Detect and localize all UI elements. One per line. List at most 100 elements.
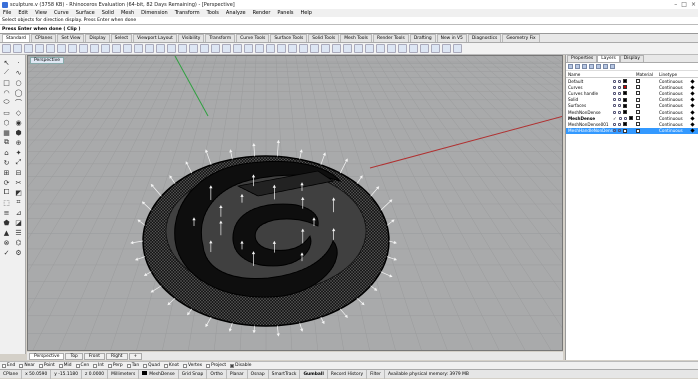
osnap-near[interactable]: Near [19, 363, 35, 368]
layer-color-swatch[interactable] [628, 116, 633, 121]
visibility-bulb-icon[interactable] [613, 129, 616, 133]
tab-cplanes[interactable]: CPlanes [30, 34, 57, 42]
material-swatch[interactable] [636, 110, 640, 115]
shade-icon[interactable] [156, 44, 165, 53]
visibility-bulb-icon[interactable] [613, 110, 616, 114]
rotate-icon[interactable]: ↻ [1, 158, 12, 167]
osnap-quad[interactable]: Quad [143, 363, 160, 368]
menu-edit[interactable]: Edit [18, 10, 28, 16]
join-icon[interactable]: ⊞ [1, 168, 12, 177]
visibility-bulb-icon[interactable] [613, 91, 616, 95]
layer-linetype[interactable]: Continuous [659, 110, 691, 115]
line-icon[interactable]: ⟋ [1, 68, 12, 77]
lock-icon[interactable] [618, 110, 621, 114]
save-file-icon[interactable] [24, 44, 33, 53]
layer-color-swatch[interactable] [623, 128, 627, 133]
arc-icon[interactable] [310, 44, 319, 53]
lock-icon[interactable] [222, 44, 231, 53]
osnap-checkbox[interactable] [58, 363, 63, 368]
arc-icon[interactable]: ◠ [1, 88, 12, 97]
layer-linetype[interactable]: Continuous [659, 122, 691, 127]
hide-icon[interactable] [200, 44, 209, 53]
osnap-checkbox[interactable] [230, 363, 235, 368]
lock-icon[interactable] [623, 116, 627, 120]
osnap-end[interactable]: End [2, 363, 15, 368]
osnap-vertex[interactable]: Vertex [182, 363, 202, 368]
layer-linetype[interactable]: Continuous [659, 128, 691, 133]
viewport-tab-perspective[interactable]: Perspective [29, 352, 65, 360]
rotate-view-icon[interactable] [112, 44, 121, 53]
osnap-checkbox[interactable] [93, 363, 98, 368]
menu-help[interactable]: Help [301, 10, 312, 16]
hexagon-icon[interactable]: ⬡ [1, 118, 12, 127]
visibility-bulb-icon[interactable] [613, 98, 616, 102]
plane-icon[interactable]: ▭ [1, 108, 12, 117]
osnap-checkbox[interactable] [107, 363, 112, 368]
gear-icon[interactable]: ⚙ [13, 248, 24, 257]
add-viewport-tab-icon[interactable]: + [128, 352, 143, 360]
properties-icon[interactable] [255, 44, 264, 53]
tab-geometry-fix[interactable]: Geometry Fix [502, 34, 540, 42]
options-icon[interactable] [442, 44, 451, 53]
osnap-checkbox[interactable] [126, 363, 131, 368]
tab-surface-tools[interactable]: Surface Tools [270, 34, 308, 42]
home-icon[interactable]: ⌂ [1, 148, 12, 157]
material-swatch[interactable] [636, 97, 640, 102]
panel-tab-display[interactable]: Display [619, 55, 644, 62]
lock-icon[interactable] [618, 79, 621, 83]
curve-icon[interactable] [288, 44, 297, 53]
layer-icon[interactable] [244, 44, 253, 53]
osnap-checkbox[interactable] [163, 363, 168, 368]
oval-icon[interactable]: ⬭ [1, 98, 12, 107]
lock-icon[interactable] [618, 122, 621, 126]
menu-solid[interactable]: Solid [102, 10, 114, 16]
menu-mesh[interactable]: Mesh [121, 10, 134, 16]
layer-material[interactable] [636, 110, 659, 115]
solid-icon[interactable]: ⬢ [13, 128, 24, 137]
tab-mesh-tools[interactable]: Mesh Tools [340, 34, 372, 42]
tab-diagnostics[interactable]: Diagnostics [467, 34, 502, 42]
layers-icon[interactable]: ☰ [13, 228, 24, 237]
menu-curve[interactable]: Curve [54, 10, 69, 16]
new-layer-icon[interactable] [568, 64, 573, 69]
surface-icon[interactable] [354, 44, 363, 53]
osnap-disable[interactable]: Disable [230, 363, 251, 368]
zoom-extents-icon[interactable] [134, 44, 143, 53]
panel-tab-properties[interactable]: Properties [567, 55, 598, 62]
layer-linetype[interactable]: Continuous [659, 91, 691, 96]
tab-new-in-v5[interactable]: New in V5 [436, 34, 467, 42]
material-swatch[interactable] [636, 128, 640, 133]
tab-visibility[interactable]: Visibility [177, 34, 205, 42]
open-file-icon[interactable] [13, 44, 22, 53]
osnap-point[interactable]: Point [38, 363, 55, 368]
scale-icon[interactable]: ⤢ [13, 158, 24, 167]
menu-analyze[interactable]: Analyze [226, 10, 246, 16]
osnap-checkbox[interactable] [182, 363, 187, 368]
menu-file[interactable]: File [3, 10, 11, 16]
polyline-icon[interactable] [277, 44, 286, 53]
align-icon[interactable]: ≡ [1, 208, 12, 217]
material-swatch[interactable] [636, 85, 640, 90]
trim-icon[interactable]: ✂ [13, 178, 24, 187]
osnap-checkbox[interactable] [75, 363, 80, 368]
mesh-icon[interactable]: ⌬ [13, 238, 24, 247]
osnap-checkbox[interactable] [143, 363, 148, 368]
select-all-icon[interactable] [189, 44, 198, 53]
visibility-bulb-icon[interactable] [613, 85, 616, 89]
tab-curve-tools[interactable]: Curve Tools [236, 34, 270, 42]
osnap-project[interactable]: Project [206, 363, 226, 368]
cone-icon[interactable]: ▲ [1, 228, 12, 237]
layer-color-swatch[interactable] [623, 110, 627, 115]
tab-standard[interactable]: Standard [2, 34, 30, 42]
array-icon[interactable]: ⌗ [13, 198, 24, 207]
maximize-button[interactable]: □ [681, 1, 687, 8]
layer-material[interactable] [636, 122, 659, 127]
tab-viewport-layout[interactable]: Viewport Layout [133, 34, 177, 42]
gumball-toggle[interactable]: Gumball [300, 369, 328, 379]
layer-color-swatch[interactable] [623, 91, 627, 96]
offset-icon[interactable]: ⬚ [1, 198, 12, 207]
boolean-union-icon[interactable]: ⊕ [13, 138, 24, 147]
osnap-toggle[interactable]: Osnap [248, 369, 269, 379]
osnap-knot[interactable]: Knot [163, 363, 179, 368]
layer-color-swatch[interactable] [623, 103, 627, 108]
